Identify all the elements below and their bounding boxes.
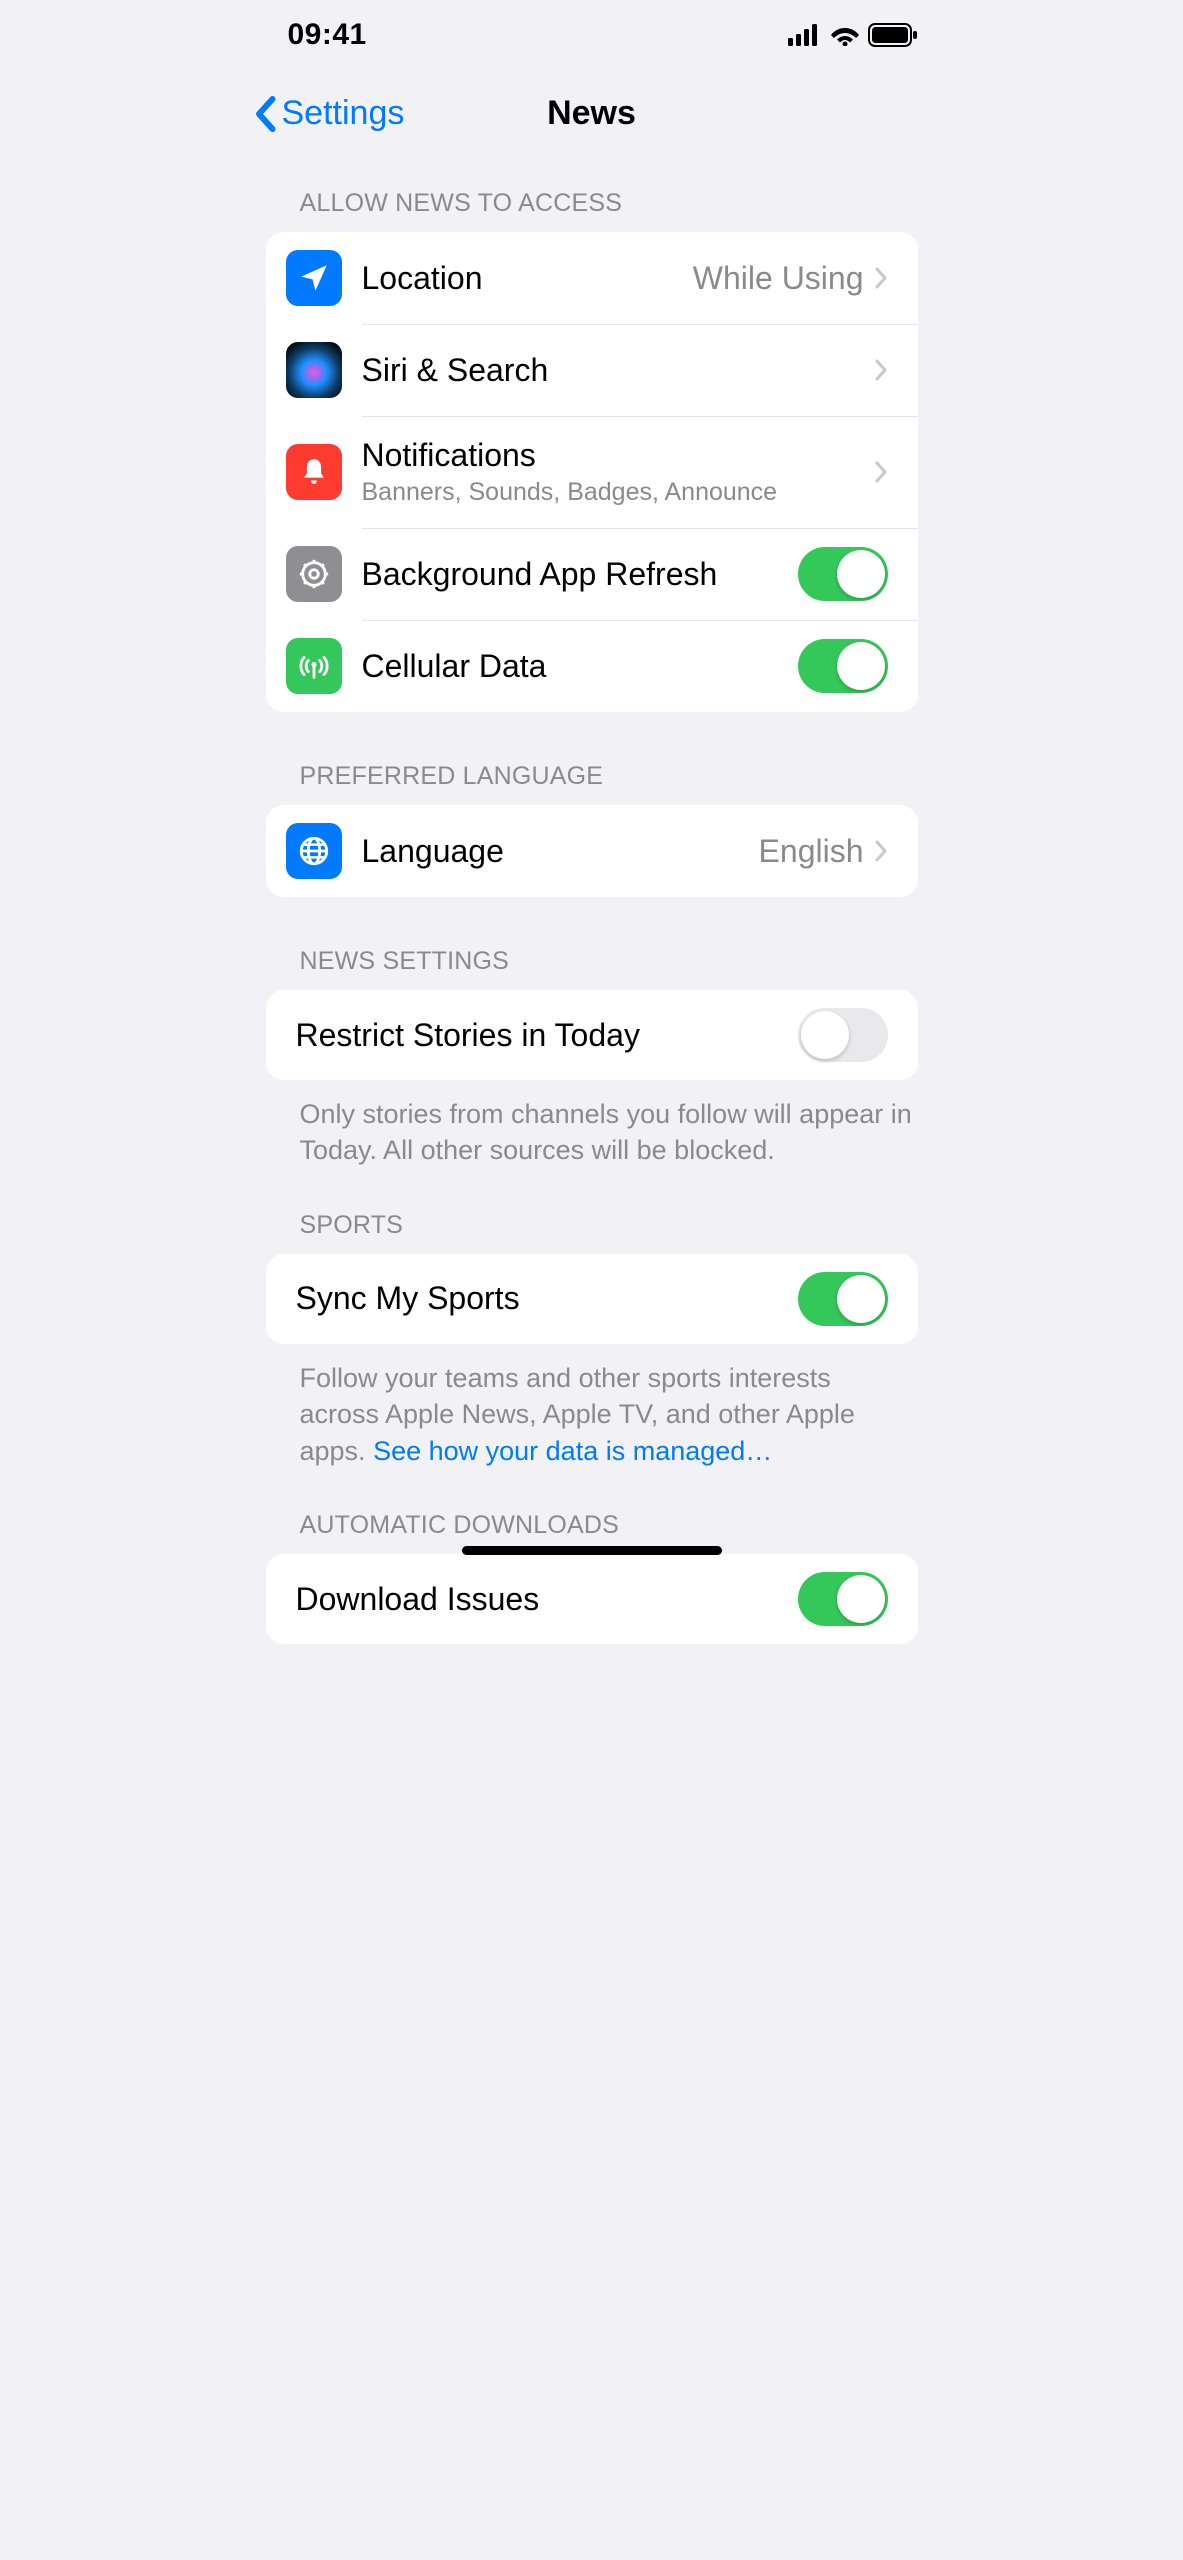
- siri-icon: [286, 342, 342, 398]
- toggle-sync-sports[interactable]: [798, 1272, 888, 1326]
- footer-restrict-stories: Only stories from channels you follow wi…: [230, 1080, 954, 1169]
- chevron-right-icon: [874, 839, 888, 863]
- status-time: 09:41: [288, 18, 367, 52]
- back-button[interactable]: Settings: [254, 94, 405, 133]
- toggle-restrict-stories[interactable]: [798, 1008, 888, 1062]
- toggle-cellular-data[interactable]: [798, 639, 888, 693]
- row-location-label: Location: [362, 260, 693, 297]
- group-news-settings: Restrict Stories in Today: [266, 990, 918, 1080]
- back-label: Settings: [282, 94, 405, 133]
- group-allow-access: Location While Using Siri & Search Notif…: [266, 232, 918, 712]
- chevron-right-icon: [874, 266, 888, 290]
- row-sync-sports: Sync My Sports: [266, 1254, 918, 1344]
- globe-icon: [286, 823, 342, 879]
- section-header-allow-access: ALLOW NEWS TO ACCESS: [230, 153, 954, 232]
- chevron-left-icon: [254, 96, 276, 132]
- section-header-sports: SPORTS: [230, 1169, 954, 1254]
- row-cellular-data: Cellular Data: [266, 620, 918, 712]
- row-notifications-detail: Banners, Sounds, Badges, Announce: [362, 478, 874, 507]
- chevron-right-icon: [874, 358, 888, 382]
- toggle-download-issues[interactable]: [798, 1572, 888, 1626]
- gear-icon: [286, 546, 342, 602]
- antenna-icon: [286, 638, 342, 694]
- toggle-background-refresh[interactable]: [798, 547, 888, 601]
- row-download-issues: Download Issues: [266, 1554, 918, 1644]
- battery-icon: [868, 23, 918, 47]
- section-header-language: PREFERRED LANGUAGE: [230, 712, 954, 805]
- row-cellular-label: Cellular Data: [362, 648, 798, 685]
- chevron-right-icon: [874, 460, 888, 484]
- row-siri-search[interactable]: Siri & Search: [266, 324, 918, 416]
- group-language: Language English: [266, 805, 918, 897]
- row-language-value: English: [759, 833, 864, 870]
- row-bgrefresh-label: Background App Refresh: [362, 556, 798, 593]
- row-location-value: While Using: [693, 260, 864, 297]
- status-bar: 09:41: [230, 0, 954, 64]
- section-header-news-settings: NEWS SETTINGS: [230, 897, 954, 990]
- wifi-icon: [830, 24, 860, 46]
- row-language[interactable]: Language English: [266, 805, 918, 897]
- row-restrict-label: Restrict Stories in Today: [296, 1017, 798, 1054]
- group-sports: Sync My Sports: [266, 1254, 918, 1344]
- section-header-auto-downloads: AUTOMATIC DOWNLOADS: [230, 1469, 954, 1554]
- row-restrict-stories: Restrict Stories in Today: [266, 990, 918, 1080]
- status-icons: [788, 23, 918, 47]
- row-sync-sports-label: Sync My Sports: [296, 1280, 798, 1317]
- row-siri-label: Siri & Search: [362, 352, 874, 389]
- row-background-refresh: Background App Refresh: [266, 528, 918, 620]
- bell-icon: [286, 444, 342, 500]
- footer-sports: Follow your teams and other sports inter…: [230, 1344, 954, 1469]
- group-auto-downloads: Download Issues: [266, 1554, 918, 1644]
- row-notifications[interactable]: Notifications Banners, Sounds, Badges, A…: [266, 416, 918, 528]
- row-location[interactable]: Location While Using: [266, 232, 918, 324]
- location-icon: [286, 250, 342, 306]
- row-download-issues-label: Download Issues: [296, 1581, 798, 1618]
- link-data-managed[interactable]: See how your data is managed…: [373, 1436, 772, 1466]
- row-notifications-label: Notifications: [362, 437, 874, 474]
- cellular-signal-icon: [788, 24, 822, 46]
- home-indicator[interactable]: [462, 1546, 722, 1555]
- row-language-label: Language: [362, 833, 759, 870]
- nav-bar: Settings News: [230, 64, 954, 153]
